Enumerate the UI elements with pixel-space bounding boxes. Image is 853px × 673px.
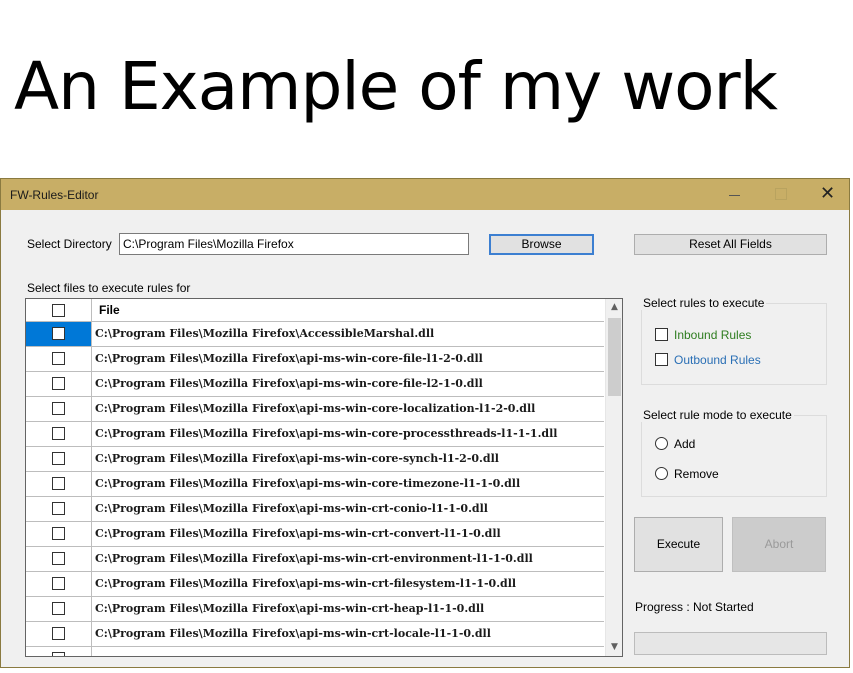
row-checkbox[interactable] <box>52 477 65 490</box>
row-checkbox[interactable] <box>52 427 65 440</box>
grid-header: File <box>26 299 604 322</box>
grid-rows: C:\Program Files\Mozilla Firefox\Accessi… <box>26 322 604 656</box>
file-path-cell[interactable]: C:\Program Files\Mozilla Firefox\api-ms-… <box>95 377 483 390</box>
row-checkbox[interactable] <box>52 577 65 590</box>
row-select-cell[interactable] <box>26 547 92 571</box>
file-path-cell[interactable]: C:\Program Files\Mozilla Firefox\api-ms-… <box>95 502 488 515</box>
table-row[interactable]: C:\Program Files\Mozilla Firefox\api-ms-… <box>26 472 604 497</box>
file-path-cell[interactable]: C:\Program Files\Mozilla Firefox\Accessi… <box>95 327 434 340</box>
row-select-cell[interactable] <box>26 522 92 546</box>
mode-group-title: Select rule mode to execute <box>641 408 794 422</box>
directory-input[interactable]: C:\Program Files\Mozilla Firefox <box>119 233 469 255</box>
file-column-header[interactable]: File <box>99 303 120 317</box>
mode-group: Select rule mode to execute Add Remove <box>641 408 827 497</box>
row-checkbox[interactable] <box>52 502 65 515</box>
window-title: FW-Rules-Editor <box>10 188 99 202</box>
scroll-up-icon[interactable]: ▲ <box>606 299 622 316</box>
row-select-cell[interactable] <box>26 497 92 521</box>
select-files-label: Select files to execute rules for <box>27 281 191 295</box>
file-path-cell[interactable]: C:\Program Files\Mozilla Firefox\api-ms-… <box>95 577 516 590</box>
row-select-cell[interactable] <box>26 447 92 471</box>
file-path-cell[interactable]: C:\Program Files\Mozilla Firefox\api-ms-… <box>95 602 484 615</box>
select-all-column <box>26 299 92 322</box>
add-radio[interactable] <box>655 437 668 450</box>
maximize-button[interactable] <box>757 179 803 210</box>
close-icon: ✕ <box>820 183 836 204</box>
table-row[interactable]: C:\Program Files\Mozilla Firefox\api-ms-… <box>26 397 604 422</box>
execute-button[interactable]: Execute <box>634 517 723 572</box>
title-bar[interactable]: FW-Rules-Editor ✕ <box>1 179 849 210</box>
row-select-cell[interactable] <box>26 422 92 446</box>
table-row[interactable]: C:\Program Files\Mozilla Firefox\api-ms-… <box>26 372 604 397</box>
row-checkbox[interactable] <box>52 352 65 365</box>
row-checkbox[interactable] <box>52 527 65 540</box>
file-path-cell[interactable]: C:\Program Files\Mozilla Firefox\api-ms-… <box>95 352 483 365</box>
add-radio-label[interactable]: Add <box>674 437 695 451</box>
row-checkbox[interactable] <box>52 627 65 640</box>
vertical-scrollbar[interactable]: ▲ ▼ <box>605 299 622 656</box>
table-row[interactable]: C:\Program Files\Mozilla Firefox\api-ms-… <box>26 347 604 372</box>
row-select-cell[interactable] <box>26 472 92 496</box>
inbound-rules-label[interactable]: Inbound Rules <box>674 328 751 342</box>
row-select-cell[interactable] <box>26 597 92 621</box>
rules-group-title: Select rules to execute <box>641 296 767 310</box>
progress-status: Progress : Not Started <box>635 600 754 614</box>
row-checkbox[interactable] <box>52 327 65 340</box>
file-path-cell[interactable]: C:\Program Files\Mozilla Firefox\api-ms-… <box>95 627 491 640</box>
table-row[interactable]: C:\Program Files\Mozilla Firefox\api-ms-… <box>26 447 604 472</box>
progress-bar <box>634 632 827 655</box>
row-checkbox[interactable] <box>52 377 65 390</box>
row-checkbox[interactable] <box>52 452 65 465</box>
select-directory-label: Select Directory <box>27 237 112 251</box>
row-select-cell[interactable] <box>26 372 92 396</box>
table-row[interactable] <box>26 647 604 656</box>
rules-group: Select rules to execute Inbound Rules Ou… <box>641 296 827 385</box>
file-path-cell[interactable]: C:\Program Files\Mozilla Firefox\api-ms-… <box>95 452 499 465</box>
row-select-cell[interactable] <box>26 322 92 346</box>
row-select-cell[interactable] <box>26 622 92 646</box>
table-row[interactable]: C:\Program Files\Mozilla Firefox\api-ms-… <box>26 572 604 597</box>
table-row[interactable]: C:\Program Files\Mozilla Firefox\api-ms-… <box>26 622 604 647</box>
row-select-cell[interactable] <box>26 347 92 371</box>
row-select-cell[interactable] <box>26 572 92 596</box>
outbound-rules-label[interactable]: Outbound Rules <box>674 353 761 367</box>
table-row[interactable]: C:\Program Files\Mozilla Firefox\api-ms-… <box>26 422 604 447</box>
file-path-cell[interactable]: C:\Program Files\Mozilla Firefox\api-ms-… <box>95 552 533 565</box>
select-all-checkbox[interactable] <box>52 304 65 317</box>
row-checkbox[interactable] <box>52 552 65 565</box>
file-path-cell[interactable]: C:\Program Files\Mozilla Firefox\api-ms-… <box>95 477 520 490</box>
abort-button: Abort <box>732 517 826 572</box>
app-window: FW-Rules-Editor ✕ Select Directory C:\Pr… <box>0 178 850 668</box>
scroll-down-icon[interactable]: ▼ <box>606 639 622 656</box>
remove-radio-label[interactable]: Remove <box>674 467 719 481</box>
files-grid[interactable]: File C:\Program Files\Mozilla Firefox\Ac… <box>25 298 623 657</box>
outbound-rules-checkbox[interactable] <box>655 353 668 366</box>
file-path-cell[interactable]: C:\Program Files\Mozilla Firefox\api-ms-… <box>95 527 501 540</box>
table-row[interactable]: C:\Program Files\Mozilla Firefox\Accessi… <box>26 322 604 347</box>
page-headline: An Example of my work <box>14 48 778 125</box>
browse-button[interactable]: Browse <box>489 234 594 255</box>
table-row[interactable]: C:\Program Files\Mozilla Firefox\api-ms-… <box>26 497 604 522</box>
row-checkbox[interactable] <box>52 602 65 615</box>
row-checkbox[interactable] <box>52 402 65 415</box>
file-path-cell[interactable]: C:\Program Files\Mozilla Firefox\api-ms-… <box>95 402 535 415</box>
table-row[interactable]: C:\Program Files\Mozilla Firefox\api-ms-… <box>26 597 604 622</box>
table-row[interactable]: C:\Program Files\Mozilla Firefox\api-ms-… <box>26 547 604 572</box>
file-path-cell[interactable]: C:\Program Files\Mozilla Firefox\api-ms-… <box>95 427 557 440</box>
remove-radio[interactable] <box>655 467 668 480</box>
reset-all-fields-button[interactable]: Reset All Fields <box>634 234 827 255</box>
close-button[interactable]: ✕ <box>803 179 849 210</box>
table-row[interactable]: C:\Program Files\Mozilla Firefox\api-ms-… <box>26 522 604 547</box>
minimize-button[interactable] <box>711 179 757 210</box>
row-checkbox[interactable] <box>52 652 65 656</box>
row-select-cell[interactable] <box>26 397 92 421</box>
row-select-cell[interactable] <box>26 647 92 656</box>
inbound-rules-checkbox[interactable] <box>655 328 668 341</box>
scroll-thumb[interactable] <box>608 318 621 396</box>
